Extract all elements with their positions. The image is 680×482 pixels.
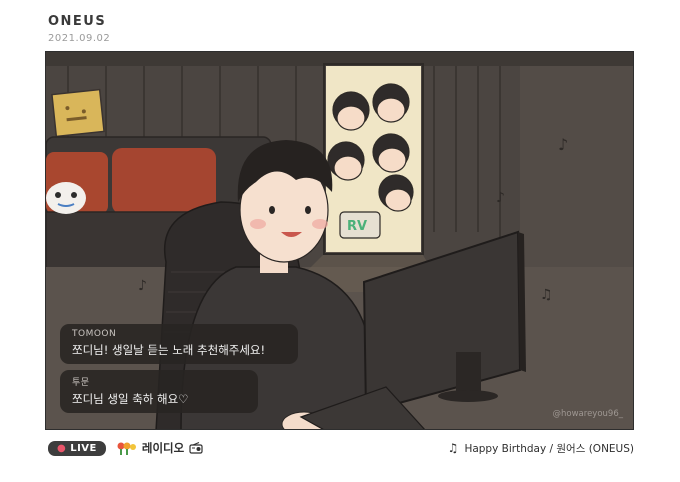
chat-username: 투문 xyxy=(72,378,90,388)
chat-text: 쪼디님 생일 축하 해요♡ xyxy=(72,392,189,406)
brand-title: ONEUS xyxy=(48,14,107,29)
music-note-icon: ♫ xyxy=(447,441,459,455)
chat-username: TOMOON xyxy=(72,329,117,339)
live-label: LIVE xyxy=(70,442,97,454)
svg-text:♪: ♪ xyxy=(496,190,505,206)
chat-message: 투문 쪼디님 생일 축하 해요♡ xyxy=(60,370,258,413)
post-date: 2021.09.02 xyxy=(48,33,111,44)
song-title: Happy Birthday / 원어스 (ONEUS) xyxy=(464,442,634,455)
footer-bar: ● LIVE 레이디오 ♫ Happy Birthday / 원어스 (ONEU… xyxy=(48,438,634,458)
svg-text:RV: RV xyxy=(347,219,367,234)
now-playing: ♫ Happy Birthday / 원어스 (ONEUS) xyxy=(448,441,634,456)
flower-icon xyxy=(117,442,136,455)
illustration-frame: RV ♪ ♪ ♫ ♪ TOMOON 쪼디님! 생일날 듣는 노래 추천해주세요!… xyxy=(45,51,634,430)
svg-text:♪: ♪ xyxy=(558,135,568,154)
station-label: 레이디오 xyxy=(116,440,207,456)
live-badge: ● LIVE xyxy=(48,440,106,456)
station-name: 레이디오 xyxy=(141,441,185,455)
header: ONEUS 2021.09.02 xyxy=(48,14,110,44)
svg-text:♫: ♫ xyxy=(540,287,553,303)
artist-watermark: @howareyou96_ xyxy=(552,409,623,419)
chat-text: 쪼디님! 생일날 듣는 노래 추천해주세요! xyxy=(72,343,266,357)
chat-message: TOMOON 쪼디님! 생일날 듣는 노래 추천해주세요! xyxy=(60,324,298,364)
radio-icon xyxy=(189,442,203,454)
svg-text:♪: ♪ xyxy=(138,278,147,294)
